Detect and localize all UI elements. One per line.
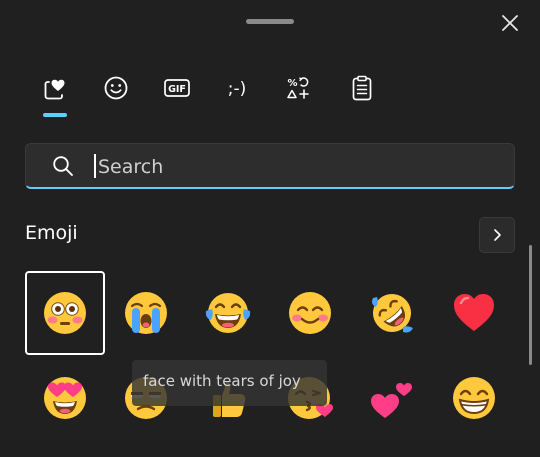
bottom-fade [0, 440, 540, 457]
emoji-face-with-tears-of-joy[interactable] [188, 271, 268, 355]
favorites-heart-icon [44, 79, 65, 100]
emoji-red-heart[interactable] [434, 271, 514, 355]
emoji-rolling-on-the-floor-laughing[interactable] [352, 271, 432, 355]
tab-recently-used[interactable] [38, 70, 74, 106]
see-all-emoji-button[interactable] [479, 217, 515, 253]
gif-icon: GIF [164, 79, 190, 97]
flushed-face-icon [44, 292, 86, 334]
tab-clipboard[interactable] [344, 70, 380, 106]
drag-handle[interactable] [246, 19, 294, 24]
tab-emoji[interactable] [98, 70, 134, 106]
rofl-icon [372, 294, 413, 333]
tab-gif[interactable]: GIF [159, 70, 195, 106]
close-button[interactable] [494, 8, 526, 38]
tears-of-joy-icon [205, 293, 251, 333]
emoji-beaming-face-with-smiling-eyes[interactable] [434, 356, 514, 440]
search-box[interactable] [25, 143, 515, 190]
emoji-smiling-face-with-heart-eyes[interactable] [25, 356, 105, 440]
kaomoji-icon: ;-) [228, 79, 247, 99]
kaomoji-label: ;-) [228, 79, 247, 99]
red-heart-icon [454, 294, 494, 331]
gif-label: GIF [168, 84, 186, 95]
chevron-right-icon [494, 229, 501, 241]
symbols-icon: % [287, 77, 309, 99]
section-title: Emoji [25, 222, 78, 244]
emoji-tooltip: face with tears of joy [132, 360, 327, 406]
emoji-two-hearts[interactable] [352, 356, 432, 440]
smiley-icon [104, 76, 128, 100]
emoji-picker-panel: GIF ;-) % Emoji [0, 0, 540, 457]
search-icon [53, 156, 73, 176]
emoji-flushed-face[interactable] [25, 271, 105, 355]
tab-symbols[interactable]: % [280, 70, 316, 106]
two-hearts-icon [371, 383, 412, 418]
close-icon [502, 15, 518, 31]
clipboard-icon [352, 75, 372, 101]
svg-text:%: % [288, 78, 298, 89]
scrollbar-thumb[interactable] [529, 245, 532, 365]
emoji-loudly-crying-face[interactable] [106, 271, 186, 355]
active-tab-indicator [43, 113, 67, 117]
heart-eyes-icon [44, 377, 86, 419]
beaming-face-icon [453, 377, 495, 419]
search-input[interactable] [96, 144, 500, 190]
smiling-face-icon [289, 292, 331, 334]
emoji-smiling-face-with-smiling-eyes[interactable] [270, 271, 350, 355]
tab-kaomoji[interactable]: ;-) [219, 70, 255, 106]
loudly-crying-face-icon [125, 292, 167, 334]
